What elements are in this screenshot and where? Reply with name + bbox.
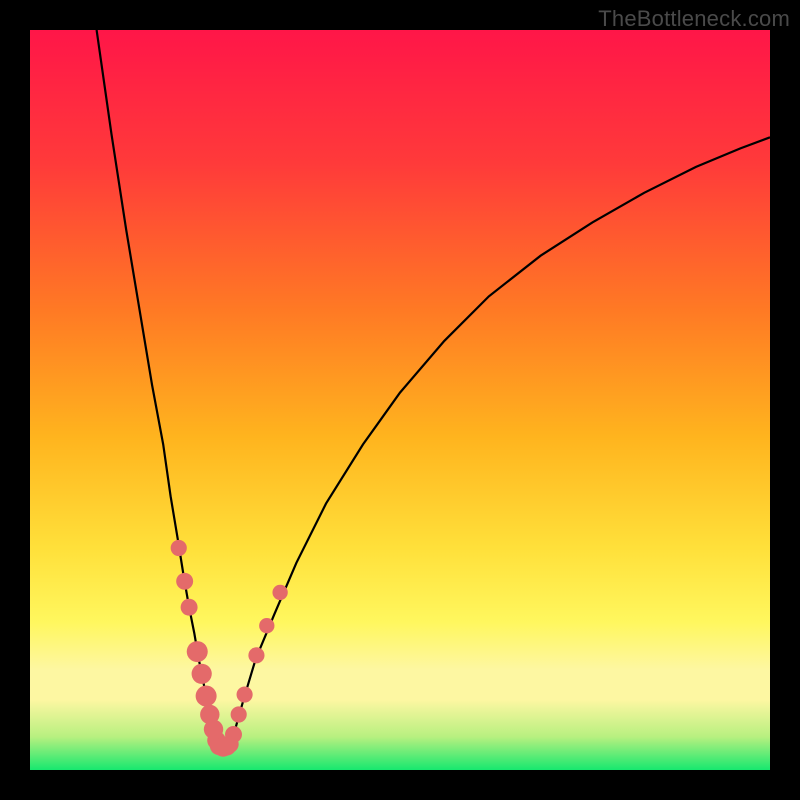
curve-layer xyxy=(30,30,770,770)
plot-frame xyxy=(30,30,770,770)
data-dots xyxy=(171,540,288,757)
data-dot xyxy=(187,641,208,662)
data-dot xyxy=(192,664,212,684)
curve-right-branch xyxy=(231,137,770,744)
data-dot xyxy=(248,647,264,663)
data-dot xyxy=(231,706,247,722)
data-dot xyxy=(225,726,242,743)
data-dot xyxy=(237,686,253,702)
curve-left-branch xyxy=(97,30,218,744)
data-dot xyxy=(259,618,274,633)
data-dot xyxy=(176,573,193,590)
data-dot xyxy=(181,599,198,616)
watermark-text: TheBottleneck.com xyxy=(598,6,790,32)
data-dot xyxy=(196,685,217,706)
data-dot xyxy=(272,585,287,600)
data-dot xyxy=(171,540,187,556)
